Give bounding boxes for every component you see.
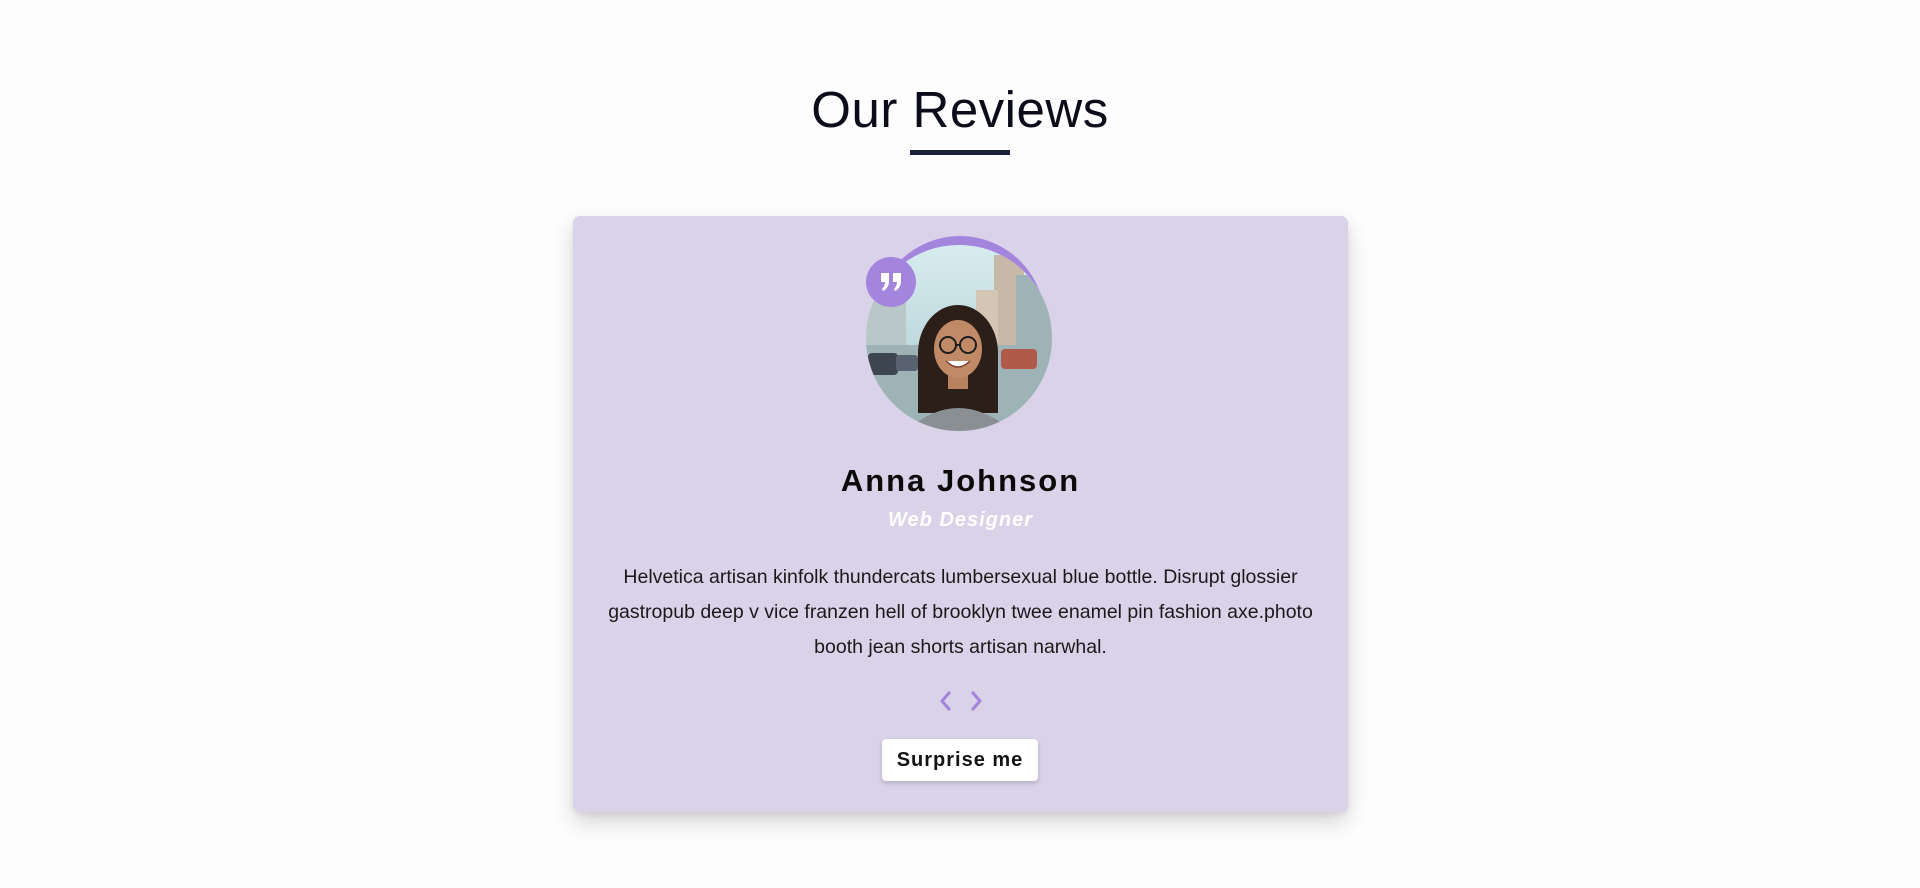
quote-right-icon xyxy=(881,273,901,291)
reviewer-name: Anna Johnson xyxy=(840,463,1081,498)
review-text: Helvetica artisan kinfolk thundercats lu… xyxy=(608,566,1313,658)
prev-review-button[interactable] xyxy=(934,688,956,714)
chevron-left-icon xyxy=(939,691,951,711)
quote-icon xyxy=(866,257,916,307)
review-card: Anna Johnson Web Designer Helvetica arti… xyxy=(573,216,1348,812)
page-title: Our Reviews xyxy=(811,81,1109,138)
chevron-right-icon xyxy=(970,691,982,711)
surprise-me-button[interactable]: Surprise me xyxy=(882,739,1038,781)
reviewer-job: Web Designer xyxy=(888,509,1033,531)
title-underline xyxy=(910,150,1010,155)
review-navigation xyxy=(573,688,1348,714)
next-review-button[interactable] xyxy=(966,688,988,714)
